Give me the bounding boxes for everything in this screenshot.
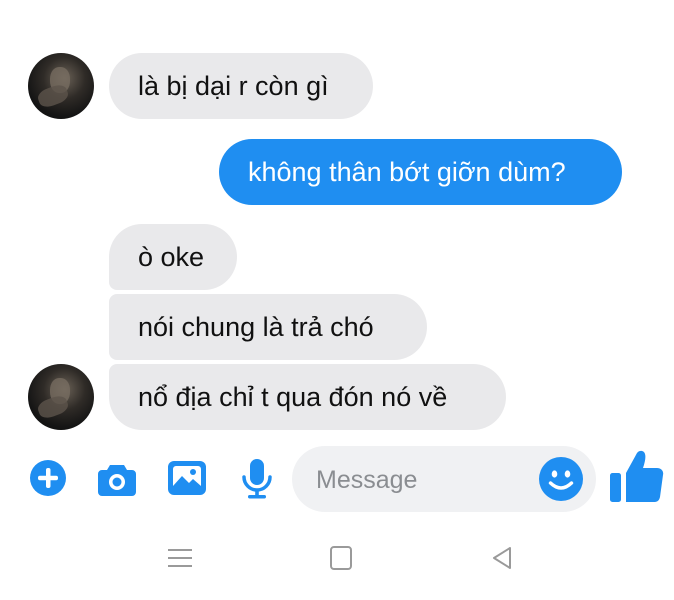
contact-avatar[interactable]: [28, 364, 94, 430]
contact-avatar[interactable]: [28, 53, 94, 119]
home-square-icon[interactable]: [326, 543, 356, 573]
outgoing-message-bubble[interactable]: không thân bớt giỡn dùm?: [219, 139, 622, 205]
plus-icon[interactable]: [28, 456, 68, 500]
microphone-icon[interactable]: [237, 456, 277, 500]
menu-icon[interactable]: [165, 543, 195, 573]
message-input[interactable]: [314, 446, 528, 514]
camera-icon[interactable]: [96, 456, 136, 500]
incoming-message-bubble[interactable]: nói chung là trả chó: [109, 294, 427, 360]
incoming-message-bubble[interactable]: ò oke: [109, 224, 237, 290]
message-composer[interactable]: [292, 446, 596, 514]
emoji-icon[interactable]: [538, 456, 584, 502]
back-triangle-icon[interactable]: [488, 543, 518, 573]
thumbs-up-icon[interactable]: [607, 448, 665, 506]
gallery-icon[interactable]: [166, 456, 206, 500]
incoming-message-bubble[interactable]: là bị dại r còn gì: [109, 53, 373, 119]
incoming-message-bubble[interactable]: nổ địa chỉ t qua đón nó về: [109, 364, 506, 430]
